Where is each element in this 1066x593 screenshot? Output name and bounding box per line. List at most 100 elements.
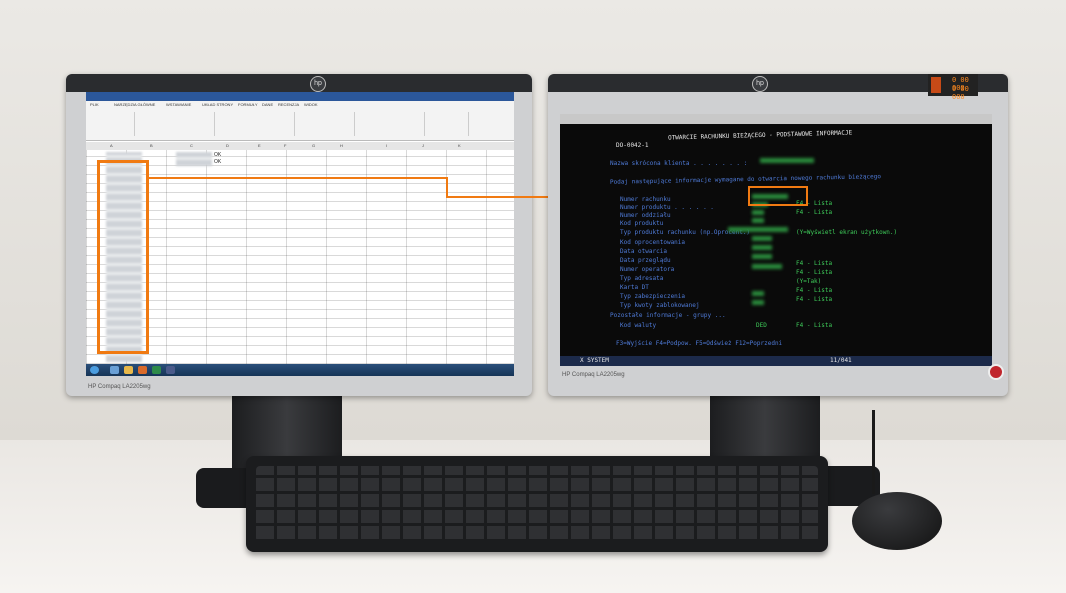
ribbon-tab-formulas[interactable]: FORMUŁY: [238, 102, 258, 107]
hp-logo-icon: hp: [752, 76, 768, 92]
col-header-i[interactable]: I: [386, 143, 387, 148]
ribbon-tab-layout[interactable]: UKŁAD STRONY: [202, 102, 233, 107]
field-branch-number: Numer oddziału: [620, 212, 671, 219]
right-monitor-brand: HP Compaq LA2205wg: [562, 372, 625, 378]
col-header-e[interactable]: E: [258, 143, 261, 148]
status-bar-app-name: X SYSTEM: [580, 357, 609, 364]
field-collateral-type: Typ zabezpieczenia: [620, 293, 686, 300]
ribbon-tab-plik[interactable]: PLIK: [90, 102, 99, 107]
field-open-date: Data otwarcia: [620, 248, 667, 255]
hint-user-screen: (Y=Wyświetl ekran użytkown.): [796, 229, 898, 236]
ribbon-group-font: [134, 112, 215, 136]
excel-ribbon: PLIK NARZĘDZIA GŁÓWNE WSTAWIANIE UKŁAD S…: [86, 92, 514, 141]
field-blocked-amount-type: Typ kwoty zablokowanej: [620, 302, 700, 309]
page-indicator: 11/041: [830, 357, 852, 364]
value-interest-code[interactable]: [752, 236, 772, 241]
hint-dt-card: (Y=Tak): [796, 278, 822, 285]
hint-operator: F4 - Lista: [796, 260, 833, 267]
short-name-label: Nazwa skrócona klienta . . . . . . . :: [610, 160, 748, 167]
keyboard-keys: [256, 466, 818, 542]
ribbon-tab-data[interactable]: DANE: [262, 102, 273, 107]
keyboard: [246, 456, 828, 552]
ribbon-group-number: [294, 112, 355, 136]
col-header-g[interactable]: G: [312, 143, 315, 148]
field-interest-code: Kod oprocentowania: [620, 239, 686, 246]
taskbar-ie-icon[interactable]: [110, 366, 119, 374]
highlight-connector-horizontal-1: [146, 177, 446, 179]
right-monitor: hp DO-0042-1 OTWARCIE RACHUNKU BIEŻĄCEGO…: [548, 74, 1008, 396]
ribbon-tab-insert[interactable]: WSTAWIANIE: [166, 102, 191, 107]
counter-overlay: 0 00 000 0 00 000: [928, 74, 978, 101]
hint-currency-code: F4 - Lista: [796, 322, 833, 329]
hint-addressee-type: F4 - Lista: [796, 269, 833, 276]
col-header-c[interactable]: C: [190, 143, 193, 148]
counter-icon: [931, 77, 941, 93]
field-other-info: Pozostałe informacje - grupy ...: [610, 312, 726, 319]
ok-cell-1[interactable]: OK: [214, 152, 221, 158]
field-addressee-type: Typ adresata: [620, 275, 664, 282]
value-product-code[interactable]: [752, 218, 764, 223]
left-monitor-brand: HP Compaq LA2205wg: [88, 384, 151, 390]
taskbar-terminal-icon[interactable]: [166, 366, 175, 374]
hint-blocked-amount: F4 - Lista: [796, 296, 833, 303]
taskbar-explorer-icon[interactable]: [124, 366, 133, 374]
blurred-column-c: [176, 152, 212, 166]
short-name-value: [760, 158, 814, 163]
mouse: [852, 492, 942, 550]
terminal-title: OTWARCIE RACHUNKU BIEŻĄCEGO - PODSTAWOWE…: [667, 129, 853, 142]
value-branch-number[interactable]: [752, 210, 764, 215]
instruction-text: Podaj następujące informacje wymagane do…: [609, 173, 881, 186]
start-button[interactable]: [90, 366, 99, 374]
field-dt-card: Karta DT: [620, 284, 649, 291]
field-operator-number: Numer operatora: [620, 266, 675, 273]
field-review-date: Data przeglądu: [620, 257, 671, 264]
value-operator[interactable]: [752, 264, 782, 269]
col-header-b[interactable]: B: [150, 143, 153, 148]
ribbon-tab-view[interactable]: WIDOK: [304, 102, 318, 107]
col-header-h[interactable]: H: [340, 143, 343, 148]
spreadsheet-grid[interactable]: [86, 150, 514, 364]
ok-cell-2[interactable]: OK: [214, 159, 221, 165]
highlight-box-left: [97, 160, 149, 354]
terminal-screen: DO-0042-1 OTWARCIE RACHUNKU BIEŻĄCEGO - …: [560, 114, 992, 366]
field-product-number: Numer produktu . . . . . .: [620, 204, 714, 211]
value-review-date[interactable]: [752, 254, 772, 259]
mouse-cable: [872, 410, 875, 494]
col-header-j[interactable]: J: [422, 143, 424, 148]
taskbar-excel-icon[interactable]: [152, 366, 161, 374]
ribbon-tab-review[interactable]: RECENZJA: [278, 102, 299, 107]
hint-branch-number: F4 - Lista: [796, 209, 833, 216]
value-open-date[interactable]: [752, 245, 772, 250]
field-account-number: Numer rachunku: [620, 196, 671, 203]
value-collateral-type[interactable]: [752, 291, 764, 296]
highlight-box-right: [748, 186, 808, 206]
terminal-screen-id: DO-0042-1: [616, 142, 649, 149]
hint-collateral-type: F4 - Lista: [796, 287, 833, 294]
ribbon-group-alignment: [214, 112, 295, 136]
taskbar-media-icon[interactable]: [138, 366, 147, 374]
left-monitor-top-bezel: [66, 74, 532, 92]
record-button[interactable]: [988, 364, 1004, 380]
field-currency-code: Kod waluty: [620, 322, 657, 329]
hp-logo-icon: hp: [310, 76, 326, 92]
ribbon-group-styles: [354, 112, 425, 136]
value-currency-code[interactable]: DED: [756, 322, 767, 329]
terminal-status-bar: X SYSTEM 11/041: [560, 356, 992, 366]
function-keys-legend: F3=Wyjście F4=Podpow. F5=Odśwież F12=Pop…: [616, 340, 783, 347]
excel-screen: PLIK NARZĘDZIA GŁÓWNE WSTAWIANIE UKŁAD S…: [86, 92, 514, 376]
value-product-type[interactable]: [728, 227, 788, 232]
desk-scene: hp PLIK NARZĘDZIA GŁÓWNE WSTAWIANIE UKŁA…: [0, 0, 1066, 593]
ribbon-tab-home[interactable]: NARZĘDZIA GŁÓWNE: [114, 102, 155, 107]
ribbon-group-cells: [424, 112, 469, 136]
excel-title-bar: [86, 92, 514, 101]
col-header-d[interactable]: D: [226, 143, 229, 148]
value-blocked-amount-type[interactable]: [752, 300, 764, 305]
col-header-f[interactable]: F: [284, 143, 286, 148]
field-product-code: Kod produktu: [620, 220, 664, 227]
windows-taskbar: [86, 364, 514, 376]
col-header-k[interactable]: K: [458, 143, 461, 148]
ribbon-group-clipboard: [86, 112, 135, 136]
col-header-a[interactable]: A: [110, 143, 113, 148]
highlight-connector-vertical: [446, 177, 448, 197]
counter-value-bottom: 0 00 000: [952, 85, 969, 101]
